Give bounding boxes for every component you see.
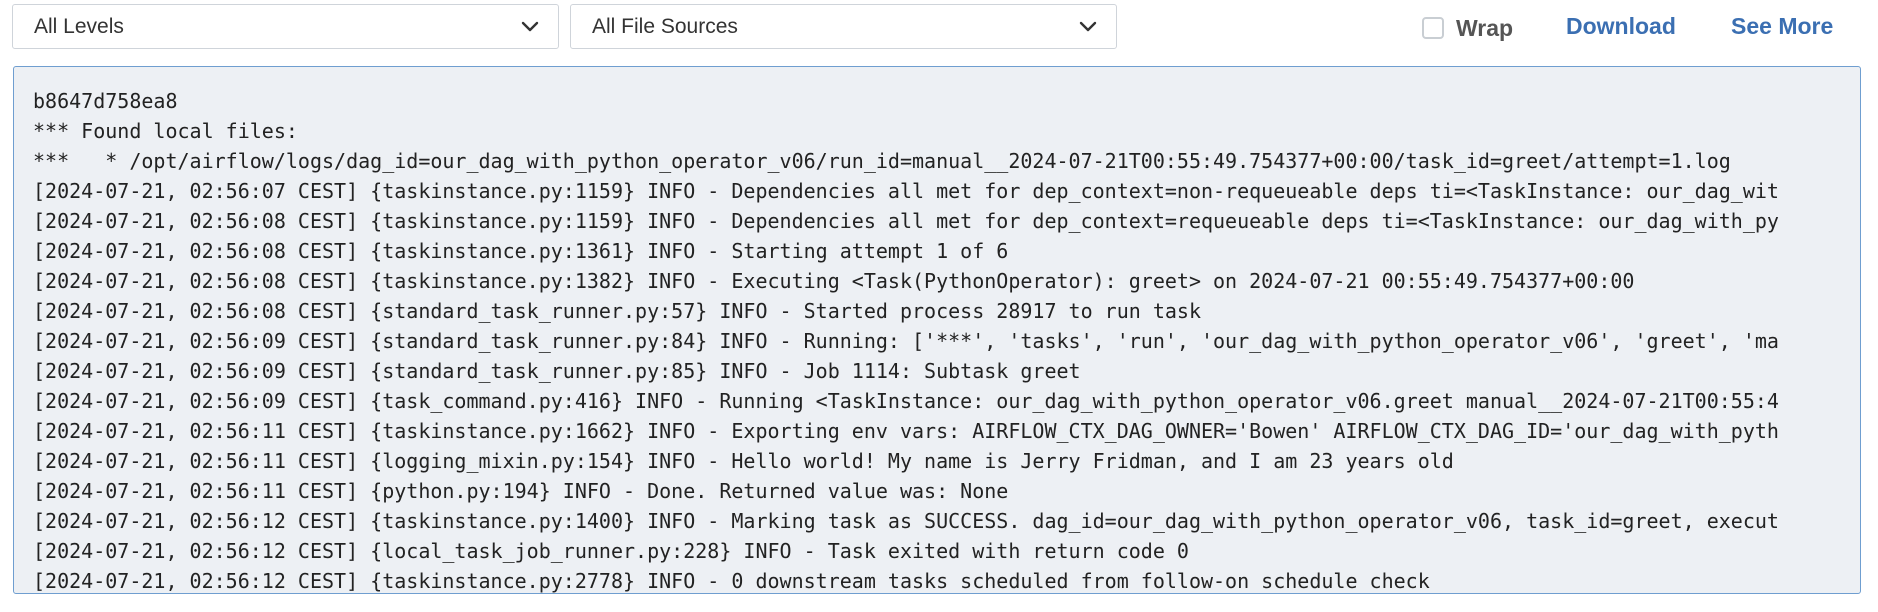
log-line: b8647d758ea8	[33, 89, 178, 113]
file-source-select[interactable]: All File Sources	[570, 4, 1117, 49]
download-link[interactable]: Download	[1566, 13, 1676, 40]
log-output[interactable]: b8647d758ea8 *** Found local files: *** * …	[13, 66, 1861, 594]
log-line: [2024-07-21, 02:56:07 CEST] {taskinstanc…	[33, 179, 1779, 203]
wrap-toggle[interactable]: Wrap	[1422, 14, 1513, 42]
log-line: [2024-07-21, 02:56:08 CEST] {taskinstanc…	[33, 269, 1635, 293]
log-line: [2024-07-21, 02:56:09 CEST] {task_comman…	[33, 389, 1779, 413]
file-source-value: All File Sources	[592, 15, 738, 38]
log-line: [2024-07-21, 02:56:12 CEST] {local_task_…	[33, 539, 1189, 563]
log-lines: b8647d758ea8 *** Found local files: *** * …	[33, 86, 1860, 593]
log-line: [2024-07-21, 02:56:08 CEST] {taskinstanc…	[33, 239, 1009, 263]
log-line: [2024-07-21, 02:56:11 CEST] {taskinstanc…	[33, 419, 1779, 443]
log-toolbar: All Levels All File Sources Wrap Downloa…	[0, 0, 1878, 58]
level-filter-select[interactable]: All Levels	[12, 4, 559, 49]
log-line: [2024-07-21, 02:56:11 CEST] {logging_mix…	[33, 449, 1454, 473]
log-line: [2024-07-21, 02:56:11 CEST] {python.py:1…	[33, 479, 1009, 503]
log-line: [2024-07-21, 02:56:12 CEST] {taskinstanc…	[33, 509, 1779, 533]
level-filter-value: All Levels	[34, 15, 124, 38]
log-line: [2024-07-21, 02:56:08 CEST] {standard_ta…	[33, 299, 1201, 323]
wrap-checkbox[interactable]	[1422, 17, 1444, 39]
log-line: [2024-07-21, 02:56:08 CEST] {taskinstanc…	[33, 209, 1779, 233]
chevron-down-icon	[1079, 21, 1097, 32]
log-line: *** * /opt/airflow/logs/dag_id=our_dag_w…	[33, 149, 1731, 173]
chevron-down-icon	[521, 21, 539, 32]
log-line: [2024-07-21, 02:56:09 CEST] {standard_ta…	[33, 359, 1081, 383]
see-more-link[interactable]: See More	[1731, 13, 1833, 40]
log-line: *** Found local files:	[33, 119, 298, 143]
wrap-label: Wrap	[1456, 14, 1514, 41]
log-line: [2024-07-21, 02:56:12 CEST] {taskinstanc…	[33, 569, 1430, 593]
log-line: [2024-07-21, 02:56:09 CEST] {standard_ta…	[33, 329, 1779, 353]
